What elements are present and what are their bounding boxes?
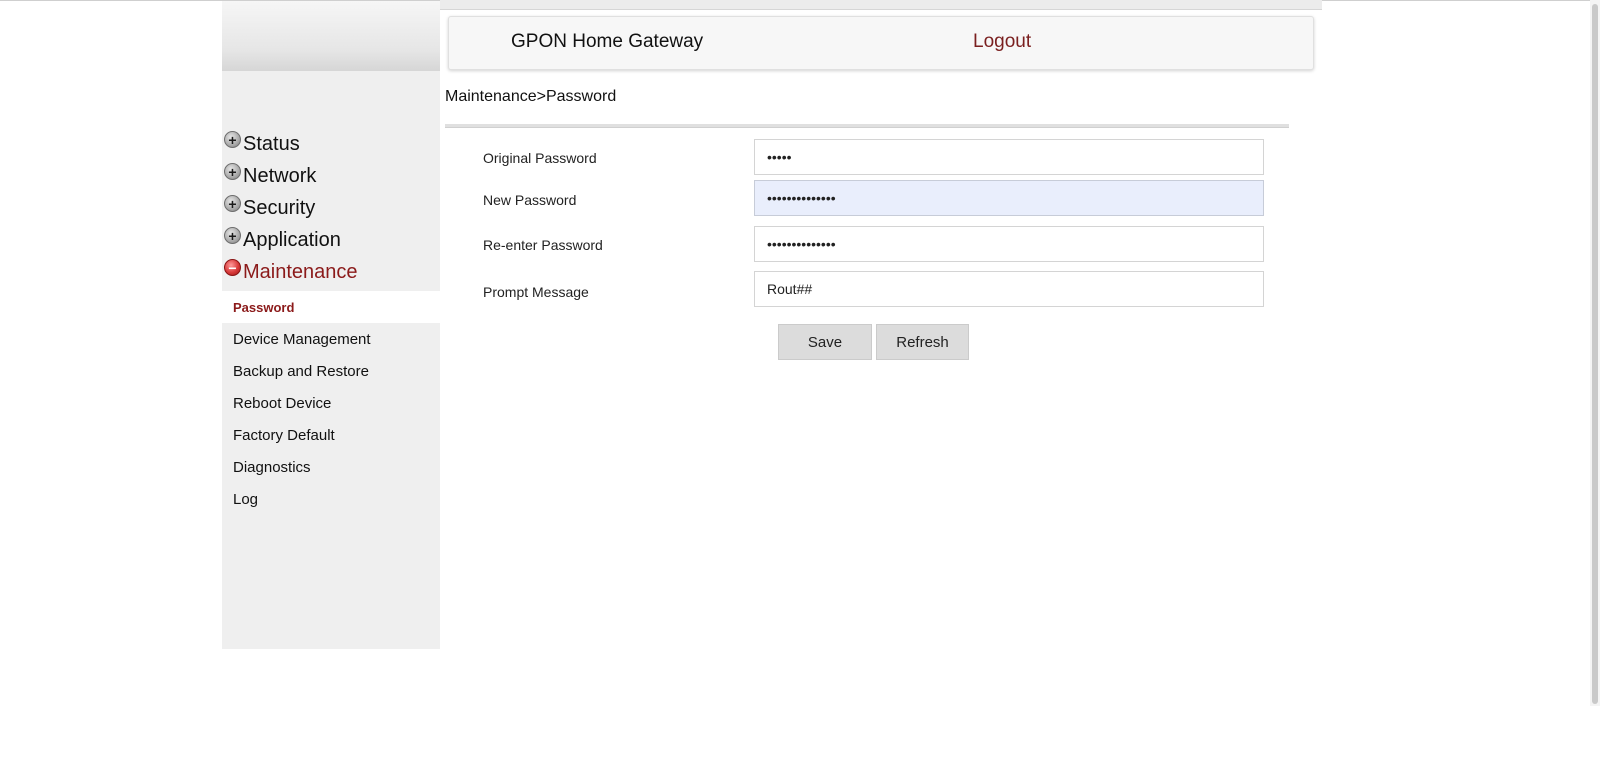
new-password-input[interactable] — [754, 180, 1264, 216]
original-password-input[interactable] — [754, 139, 1264, 175]
expand-plus-icon[interactable]: + — [224, 227, 241, 244]
sidebar-item-label: Security — [243, 197, 316, 219]
original-password-row: Original Password — [483, 139, 1265, 175]
sidebar-item-label: Maintenance — [243, 261, 358, 283]
original-password-label: Original Password — [483, 150, 597, 166]
sidebar-item-maintenance[interactable]: − Maintenance — [222, 257, 440, 289]
maintenance-submenu: Password Device Management Backup and Re… — [222, 291, 440, 515]
sidebar-item-status[interactable]: + Status — [222, 129, 440, 161]
submenu-item-factory-default[interactable]: Factory Default — [222, 419, 440, 451]
reenter-password-row: Re-enter Password — [483, 226, 1265, 262]
prompt-message-row: Prompt Message — [483, 271, 1265, 307]
refresh-button[interactable]: Refresh — [876, 324, 969, 360]
submenu-item-log[interactable]: Log — [222, 483, 440, 515]
submenu-item-diagnostics[interactable]: Diagnostics — [222, 451, 440, 483]
page-scrollbar[interactable] — [1590, 0, 1600, 706]
breadcrumb: Maintenance>Password — [445, 88, 617, 105]
scrollbar-thumb[interactable] — [1592, 4, 1598, 704]
expand-plus-icon[interactable]: + — [224, 163, 241, 180]
sidebar-item-network[interactable]: + Network — [222, 161, 440, 193]
submenu-item-reboot-device[interactable]: Reboot Device — [222, 387, 440, 419]
prompt-message-input[interactable] — [754, 271, 1264, 307]
new-password-row: New Password — [483, 180, 1265, 216]
logout-link[interactable]: Logout — [973, 31, 1031, 53]
sidebar-logo-area — [222, 1, 440, 71]
app-title: GPON Home Gateway — [511, 31, 704, 52]
expand-plus-icon[interactable]: + — [224, 131, 241, 148]
submenu-item-password[interactable]: Password — [222, 291, 440, 323]
save-button[interactable]: Save — [778, 324, 872, 360]
header-bar: GPON Home Gateway Logout — [448, 16, 1314, 70]
submenu-item-backup-restore[interactable]: Backup and Restore — [222, 355, 440, 387]
sidebar-item-application[interactable]: + Application — [222, 225, 440, 257]
new-password-label: New Password — [483, 192, 577, 208]
sidebar-item-security[interactable]: + Security — [222, 193, 440, 225]
section-divider — [445, 124, 1289, 128]
sidebar-item-label: Network — [243, 165, 317, 187]
collapse-minus-icon[interactable]: − — [224, 259, 241, 276]
sidebar: + Status + Network + Security + Applicat… — [222, 1, 440, 649]
content-top-strip — [440, 0, 1322, 10]
prompt-message-label: Prompt Message — [483, 284, 589, 300]
router-admin-page: + Status + Network + Security + Applicat… — [0, 0, 1600, 760]
expand-plus-icon[interactable]: + — [224, 195, 241, 212]
reenter-password-input[interactable] — [754, 226, 1264, 262]
sidebar-item-label: Application — [243, 229, 341, 251]
submenu-item-device-management[interactable]: Device Management — [222, 323, 440, 355]
sidebar-menu: + Status + Network + Security + Applicat… — [222, 129, 440, 515]
reenter-password-label: Re-enter Password — [483, 237, 603, 253]
sidebar-item-label: Status — [243, 133, 300, 155]
